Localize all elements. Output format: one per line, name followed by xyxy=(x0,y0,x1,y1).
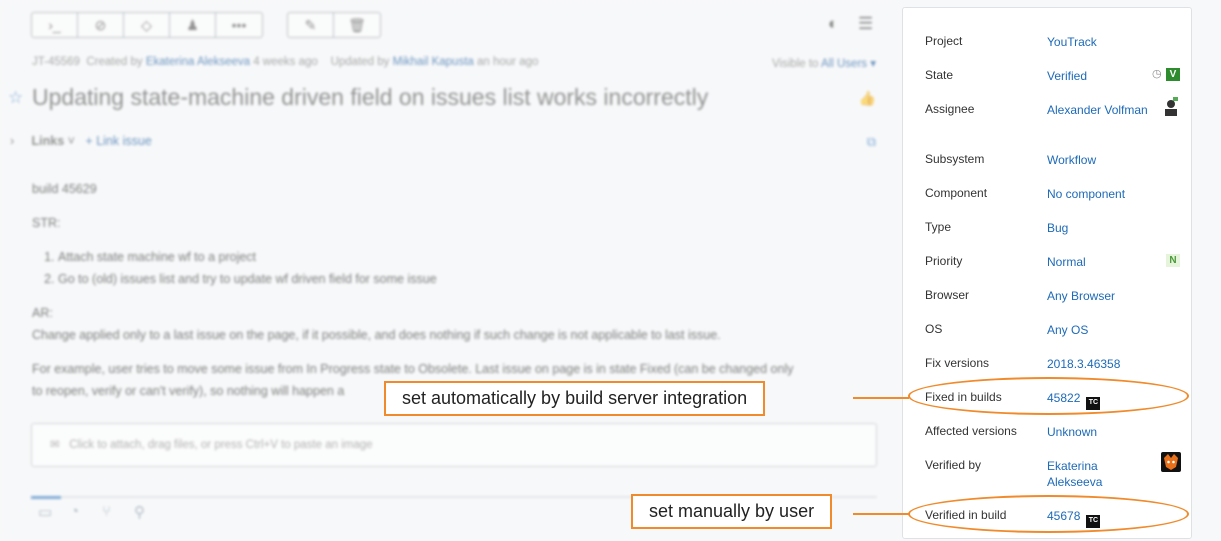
list-item: Go to (old) issues list and try to updat… xyxy=(58,268,882,290)
created-prefix: Created by xyxy=(86,56,143,68)
field-label: Project xyxy=(925,34,963,48)
verifier-avatar xyxy=(1161,452,1181,472)
command-button[interactable]: ›_ xyxy=(32,13,78,37)
field-label: Verified by xyxy=(925,458,982,472)
clock-icon: ◷ xyxy=(1152,68,1162,80)
field-value[interactable]: Verified xyxy=(1047,68,1151,84)
issue-fields-panel: Project YouTrack State Verified ◷ V Assi… xyxy=(902,7,1192,539)
comments-tab-icon[interactable]: ▭ xyxy=(38,503,52,521)
tag-button[interactable]: ◇ xyxy=(124,13,170,37)
field-value[interactable]: YouTrack xyxy=(1047,34,1151,50)
field-value[interactable]: Alexander Volfman xyxy=(1047,102,1151,118)
visibility-dropdown[interactable]: All Users ▾ xyxy=(821,58,876,70)
field-label: Type xyxy=(925,220,952,234)
desc-example-line: For example, user tries to move some iss… xyxy=(32,362,794,376)
updated-ago: an hour ago xyxy=(477,56,539,68)
star-icon[interactable]: ☆ xyxy=(8,88,23,108)
field-value[interactable]: Workflow xyxy=(1047,152,1151,168)
field-label: Affected versions xyxy=(925,424,1017,438)
contrast-icon[interactable]: ◐ xyxy=(828,14,838,34)
delete-button[interactable]: 🗑 xyxy=(334,13,380,37)
plus-icon[interactable]: + xyxy=(85,134,92,148)
desc-ar: AR: xyxy=(32,306,53,320)
callout-connector xyxy=(853,513,909,515)
field-label: State xyxy=(925,68,954,82)
vcs-tab-icon[interactable]: ⑂ xyxy=(102,503,111,520)
callout-automatic: set automatically by build server integr… xyxy=(384,381,766,416)
link-issue-button[interactable]: Link issue xyxy=(96,134,152,148)
highlight-ellipse-verified xyxy=(908,495,1189,533)
updated-prefix: Updated by xyxy=(330,56,390,68)
created-ago: 4 weeks ago xyxy=(253,56,318,68)
field-label: OS xyxy=(925,322,943,336)
worklog-tab-icon[interactable]: ⚲ xyxy=(134,503,145,521)
comment-placeholder: Click to attach, drag files, or press Ct… xyxy=(69,439,373,451)
field-label: Priority xyxy=(925,254,963,268)
field-label: Assignee xyxy=(925,102,975,116)
desc-ar-text: Change applied only to a last issue on t… xyxy=(32,328,721,342)
links-row: › Links ˅ + Link issue xyxy=(10,134,152,148)
field-label: Subsystem xyxy=(925,152,985,166)
visible-prefix: Visible to xyxy=(771,58,819,70)
vote-icon[interactable]: 👍 xyxy=(859,90,876,107)
menu-icon[interactable]: ☰ xyxy=(858,14,873,34)
external-link-icon[interactable]: ⧉ xyxy=(867,134,876,150)
desc-build: build 45629 xyxy=(32,182,97,196)
field-value[interactable]: Unknown xyxy=(1047,424,1151,440)
assign-button[interactable]: ♟ xyxy=(170,13,216,37)
created-by-link[interactable]: Ekaterina Alekseeva xyxy=(146,56,250,68)
field-label: Component xyxy=(925,186,988,200)
field-value[interactable]: Ekaterina Alekseeva xyxy=(1047,458,1151,490)
priority-badge: N xyxy=(1166,254,1180,267)
callout-manual: set manually by user xyxy=(631,494,833,529)
toolbar-group-edit: ✎ 🗑 xyxy=(287,12,381,38)
field-value[interactable]: 2018.3.46358 xyxy=(1047,356,1151,372)
field-value[interactable]: Normal xyxy=(1047,254,1151,270)
issue-summary: Updating state-machine driven field on i… xyxy=(32,84,709,110)
list-item: Attach state machine wf to a project xyxy=(58,246,882,268)
comment-input[interactable]: ✉ Click to attach, drag files, or press … xyxy=(31,423,877,467)
desc-steps: Attach state machine wf to a project Go … xyxy=(58,246,882,290)
state-badge: V xyxy=(1166,68,1180,81)
issue-meta: JT-45569 Created by Ekaterina Alekseeva … xyxy=(32,56,538,68)
link-button[interactable]: ⊘ xyxy=(78,13,124,37)
field-value[interactable]: No component xyxy=(1047,186,1151,202)
field-value[interactable]: Any OS xyxy=(1047,322,1151,338)
desc-str: STR: xyxy=(32,216,61,230)
history-tab-icon[interactable]: ◔ xyxy=(70,503,79,520)
visibility: Visible to All Users ▾ xyxy=(772,56,876,70)
toolbar-group-actions: ›_ ⊘ ◇ ♟ ••• xyxy=(31,12,263,38)
links-label: Links xyxy=(31,134,65,148)
chevron-right-icon[interactable]: › xyxy=(10,134,14,148)
field-value[interactable]: Bug xyxy=(1047,220,1151,236)
attachment-icon: ✉ xyxy=(50,439,60,451)
field-label: Fix versions xyxy=(925,356,990,370)
edit-button[interactable]: ✎ xyxy=(288,13,334,37)
issue-id: JT-45569 xyxy=(32,56,80,68)
updated-by-link[interactable]: Mikhail Kapusta xyxy=(393,56,474,68)
field-label: Browser xyxy=(925,288,970,302)
assignee-avatar xyxy=(1161,96,1181,116)
more-button[interactable]: ••• xyxy=(216,13,262,37)
highlight-ellipse-fixed xyxy=(908,377,1189,415)
issue-description: build 45629 STR: Attach state machine wf… xyxy=(32,178,882,402)
field-value[interactable]: Any Browser xyxy=(1047,288,1151,304)
issue-view: ›_ ⊘ ◇ ♟ ••• ✎ 🗑 ◐ ☰ JT-45569 Created by… xyxy=(0,0,900,541)
callout-connector xyxy=(853,397,909,399)
